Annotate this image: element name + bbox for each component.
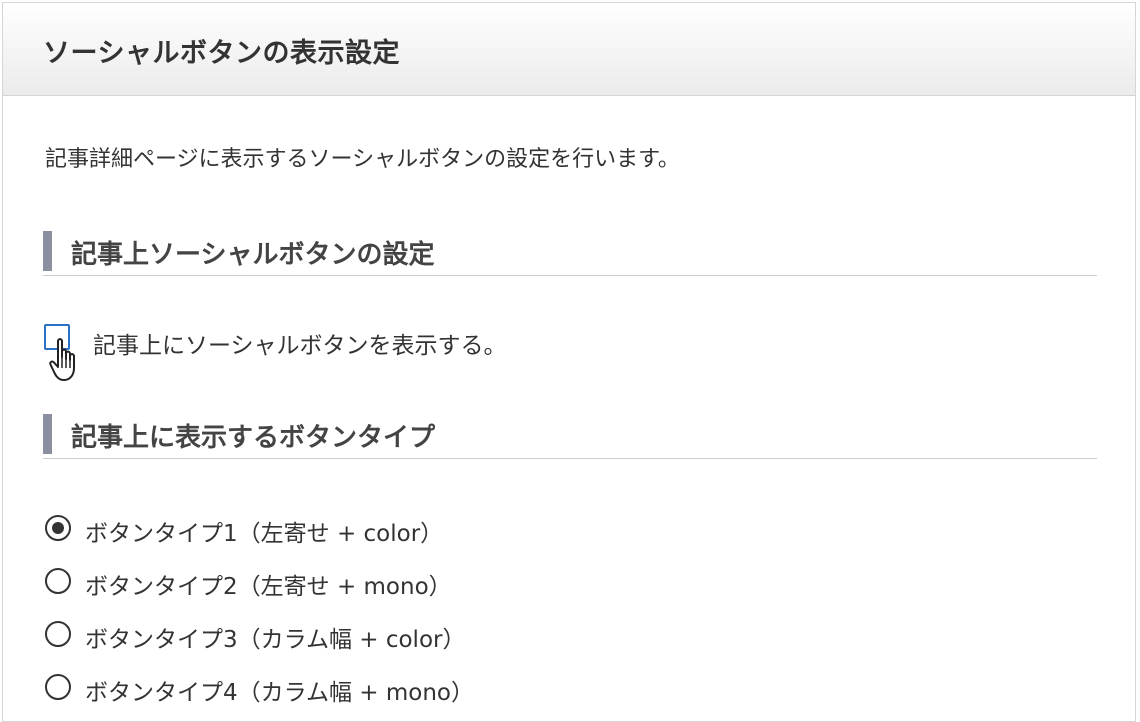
section-heading-bar [43,231,52,271]
radio-label[interactable]: ボタンタイプ3（カラム幅 + color） [85,620,465,654]
show-social-buttons-label[interactable]: 記事上にソーシャルボタンを表示する。 [93,326,507,360]
panel-description: 記事詳細ページに表示するソーシャルボタンの設定を行います。 [45,147,680,172]
panel-title: ソーシャルボタンの表示設定 [43,38,400,69]
hand-pointer-icon [49,338,75,381]
radio-label[interactable]: ボタンタイプ1（左寄せ + color） [85,514,443,548]
section-heading-button-type: 記事上に表示するボタンタイプ [43,414,1097,459]
radio-button[interactable] [45,621,71,647]
radio-button[interactable] [45,515,71,541]
radio-label[interactable]: ボタンタイプ2（左寄せ + mono） [85,567,452,601]
radio-button[interactable] [45,568,71,594]
section-heading-social-buttons: 記事上ソーシャルボタンの設定 [43,231,1097,276]
radio-button[interactable] [45,674,71,700]
settings-panel: ソーシャルボタンの表示設定 記事詳細ページに表示するソーシャルボタンの設定を行い… [2,2,1136,722]
radio-selected-dot [52,522,64,534]
section-heading-bar [43,414,52,454]
section-heading-label: 記事上に表示するボタンタイプ [71,423,436,453]
section-heading-label: 記事上ソーシャルボタンの設定 [71,240,435,270]
radio-label[interactable]: ボタンタイプ4（カラム幅 + mono） [85,673,474,707]
panel-header: ソーシャルボタンの表示設定 [3,3,1135,96]
